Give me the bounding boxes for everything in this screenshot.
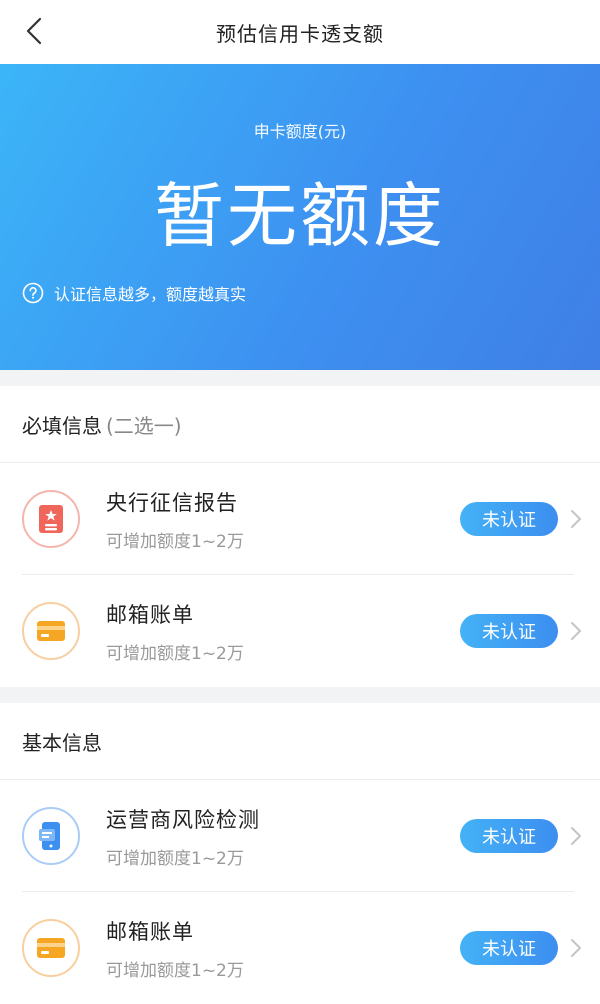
section-gap xyxy=(0,687,600,703)
verify-status-button[interactable]: 未认证 xyxy=(460,614,558,648)
item-desc: 可增加额度1~2万 xyxy=(106,531,244,552)
back-arrow-icon xyxy=(26,17,42,45)
item-desc: 可增加额度1~2万 xyxy=(106,960,244,981)
list-item-email-bill[interactable]: 邮箱账单 可增加额度1~2万 未认证 xyxy=(0,892,600,1004)
required-section-title: 必填信息 xyxy=(22,413,102,438)
question-circle-icon xyxy=(22,282,44,304)
verify-status-button[interactable]: 未认证 xyxy=(460,819,558,853)
verify-status-button[interactable]: 未认证 xyxy=(460,931,558,965)
item-desc: 可增加额度1~2万 xyxy=(106,848,244,869)
section-gap xyxy=(0,370,600,386)
page-title: 预估信用卡透支额 xyxy=(216,21,384,46)
carrier-phone-icon xyxy=(22,807,80,865)
email-bill-card-icon xyxy=(22,602,80,660)
credit-limit-banner: 申卡额度(元) 暂无额度 认证信息越多，额度越真实 xyxy=(0,64,600,370)
hint-text: 认证信息越多，额度越真实 xyxy=(54,285,247,304)
hint-row[interactable]: 认证信息越多，额度越真实 xyxy=(22,281,246,305)
list-item-carrier-risk[interactable]: 运营商风险检测 可增加额度1~2万 未认证 xyxy=(0,780,600,892)
basic-section-title: 基本信息 xyxy=(22,730,102,755)
item-title: 运营商风险检测 xyxy=(106,807,260,832)
chevron-right-icon xyxy=(571,827,581,845)
basic-section-header: 基本信息 xyxy=(0,703,600,780)
item-title: 央行征信报告 xyxy=(106,490,238,515)
item-desc: 可增加额度1~2万 xyxy=(106,643,244,664)
required-section-header: 必填信息 (二选一) xyxy=(0,386,600,463)
list-item-credit-report[interactable]: 央行征信报告 可增加额度1~2万 未认证 xyxy=(0,463,600,575)
credit-report-icon xyxy=(22,490,80,548)
item-title: 邮箱账单 xyxy=(106,919,194,944)
chevron-right-icon xyxy=(571,939,581,957)
nav-bar: 预估信用卡透支额 xyxy=(0,0,600,64)
limit-label: 申卡额度(元) xyxy=(253,122,347,141)
verify-status-button[interactable]: 未认证 xyxy=(460,502,558,536)
list-item-email-bill[interactable]: 邮箱账单 可增加额度1~2万 未认证 xyxy=(0,575,600,687)
chevron-right-icon xyxy=(571,622,581,640)
limit-amount: 暂无额度 xyxy=(154,175,446,257)
back-button[interactable] xyxy=(18,14,52,48)
chevron-right-icon xyxy=(571,510,581,528)
required-section-note: (二选一) xyxy=(106,413,182,438)
email-bill-card-icon xyxy=(22,919,80,977)
item-title: 邮箱账单 xyxy=(106,602,194,627)
